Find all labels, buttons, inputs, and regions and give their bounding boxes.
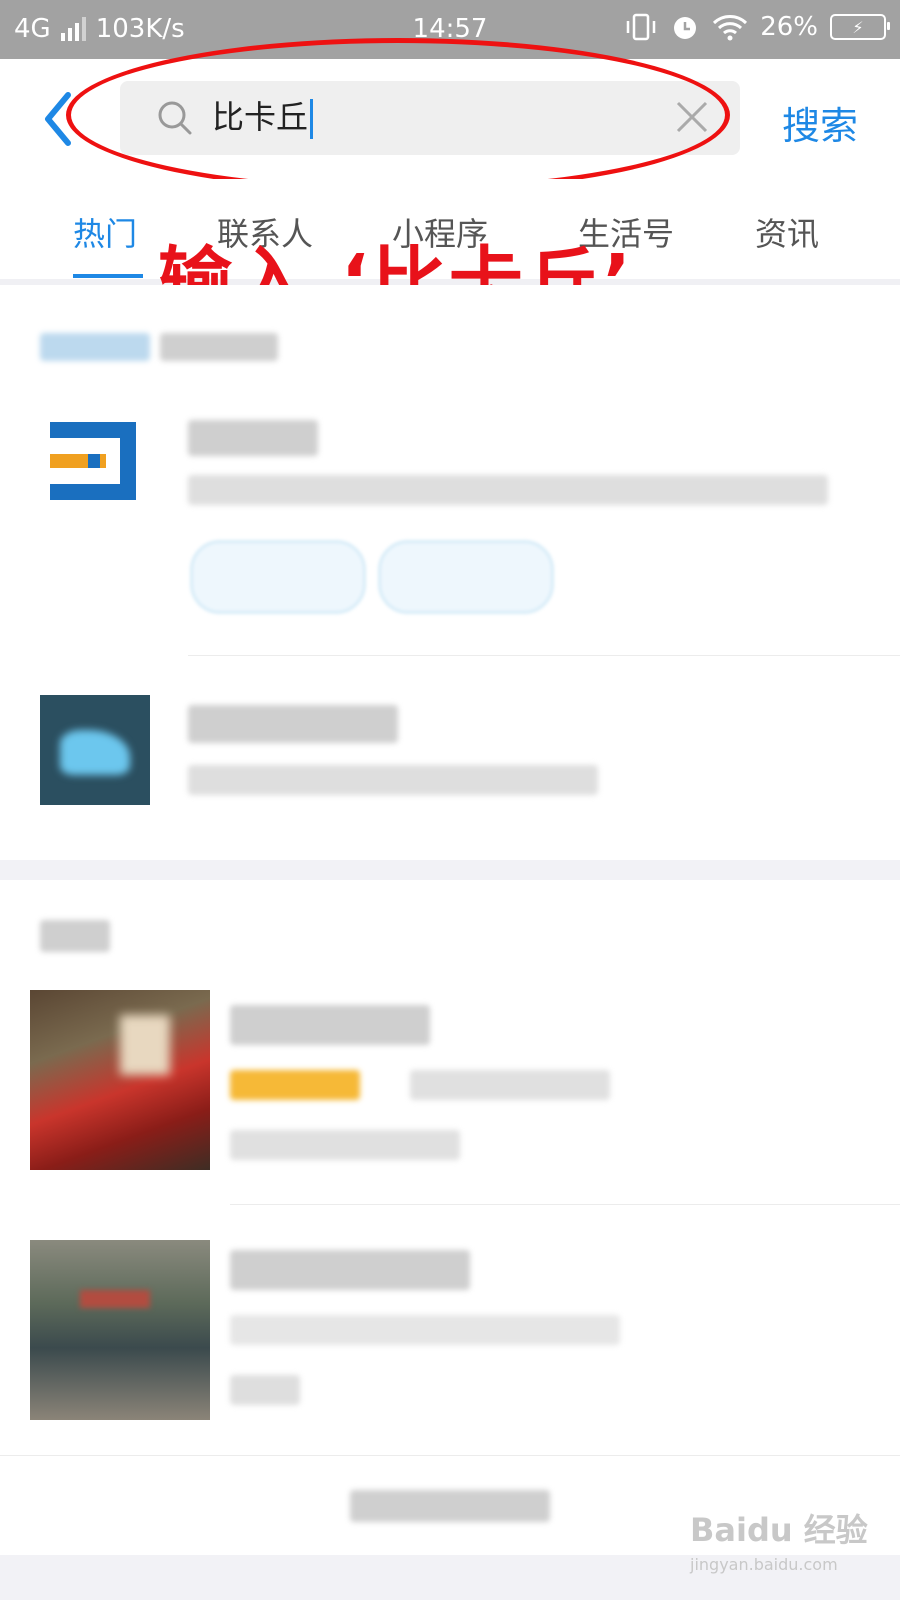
status-right: 26% ⚡ — [624, 12, 890, 42]
result-title-blurred — [188, 705, 398, 743]
tab-hot[interactable]: 热门 — [73, 209, 137, 255]
watermark-brand: Baidu 经验 — [690, 1511, 868, 1549]
result-desc-blurred — [188, 765, 598, 795]
photo-blur-shape — [80, 1290, 150, 1308]
search-button[interactable]: 搜索 — [782, 95, 858, 150]
place-photo — [30, 1240, 210, 1420]
location-blurred — [230, 1130, 460, 1160]
more-results-link-blurred[interactable] — [350, 1490, 550, 1522]
alarm-icon — [674, 17, 697, 39]
wifi-icon — [713, 15, 748, 41]
section-header-blurred-2 — [160, 333, 278, 361]
app-avatar — [40, 695, 150, 805]
tag-blurred — [230, 1375, 300, 1405]
vibrate-icon — [626, 13, 656, 41]
tab-active-indicator — [73, 274, 143, 278]
price-blurred — [410, 1070, 610, 1100]
avatar-blur-shape — [60, 730, 130, 775]
annotation-ellipse — [66, 38, 730, 192]
result-title-blurred — [230, 1005, 430, 1045]
divider — [0, 1455, 900, 1456]
battery-percent: 26% — [760, 12, 818, 42]
photo-blur-shape — [120, 1015, 170, 1075]
section-header-blurred — [40, 920, 110, 952]
divider — [230, 1204, 900, 1205]
divider — [188, 655, 900, 656]
life-account-section — [0, 285, 900, 860]
result-title-blurred — [188, 420, 318, 456]
tab-news[interactable]: 资讯 — [755, 209, 819, 255]
section-gap — [0, 860, 900, 880]
section-header-blurred — [40, 333, 150, 361]
watermark-url: jingyan.baidu.com — [690, 1555, 838, 1574]
watermark: Baidu 经验 jingyan.baidu.com — [690, 1505, 868, 1574]
result-desc-blurred — [188, 475, 828, 505]
app-logo-icon — [48, 420, 140, 502]
rating-stars-blurred — [230, 1070, 360, 1100]
service-chip-2[interactable] — [378, 540, 554, 614]
service-chip-1[interactable] — [190, 540, 366, 614]
battery-icon: ⚡ — [830, 14, 890, 40]
result-title-blurred — [230, 1250, 470, 1290]
service-section — [0, 880, 900, 1455]
info-blurred — [230, 1315, 620, 1345]
place-photo — [30, 990, 210, 1170]
